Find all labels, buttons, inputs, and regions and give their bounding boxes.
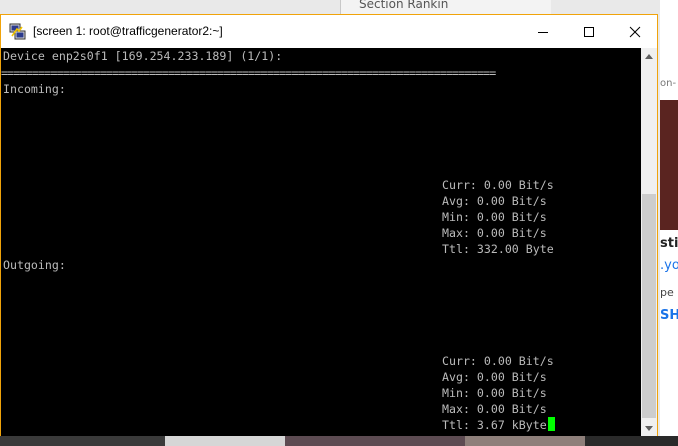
title-bar[interactable]: [screen 1: root@trafficgenerator2:~]: [1, 15, 657, 48]
minimize-icon: [538, 31, 548, 33]
background-text-2: sti: [660, 236, 678, 251]
background-text-5: SH: [660, 308, 678, 323]
scroll-down-button[interactable]: [641, 420, 657, 436]
putty-window[interactable]: [screen 1: root@trafficgenerator2:~] Dev…: [0, 14, 658, 436]
window-title: [screen 1: root@trafficgenerator2:~]: [33, 24, 223, 38]
text-cursor: [547, 417, 555, 431]
outgoing-label: Outgoing:: [3, 258, 66, 272]
chevron-down-icon: [645, 425, 653, 431]
minimize-button[interactable]: [520, 15, 566, 48]
outgoing-min: Min: 0.00 Bit/s: [442, 386, 547, 400]
background-text-3: .yo: [660, 258, 678, 273]
close-icon: [629, 26, 641, 37]
incoming-avg: Avg: 0.00 Bit/s: [442, 194, 547, 208]
background-segment: [465, 436, 585, 446]
incoming-max: Max: 0.00 Bit/s: [442, 226, 547, 240]
outgoing-curr: Curr: 0.00 Bit/s: [442, 354, 554, 368]
outgoing-avg: Avg: 0.00 Bit/s: [442, 370, 547, 384]
scroll-up-button[interactable]: [641, 48, 657, 64]
incoming-ttl: Ttl: 332.00 Byte: [442, 242, 554, 256]
close-button[interactable]: [612, 15, 658, 48]
background-segment: [285, 436, 465, 446]
device-header: Device enp2s0f1 [169.254.233.189] (1/1):: [3, 49, 283, 63]
background-taskbar-strip: [0, 436, 678, 446]
putty-icon[interactable]: [9, 23, 27, 41]
incoming-min: Min: 0.00 Bit/s: [442, 210, 547, 224]
vertical-scrollbar[interactable]: [641, 48, 657, 436]
outgoing-ttl-row: Ttl: 3.67 kByte: [442, 417, 555, 433]
maximize-button[interactable]: [566, 15, 612, 48]
maximize-icon: [584, 26, 594, 37]
incoming-label: Incoming:: [3, 82, 66, 96]
background-window-title: Section Rankin: [359, 0, 449, 11]
separator-line: ========================================…: [1, 66, 496, 80]
chevron-up-icon: [645, 53, 653, 59]
background-window: Section Rankin: [340, 0, 551, 14]
background-segment: [585, 436, 678, 446]
outgoing-max: Max: 0.00 Bit/s: [442, 402, 547, 416]
background-image-strip: [660, 100, 678, 230]
incoming-curr: Curr: 0.00 Bit/s: [442, 178, 554, 192]
terminal-screen[interactable]: Device enp2s0f1 [169.254.233.189] (1/1):…: [1, 48, 641, 436]
background-text-1: on-: [660, 78, 677, 89]
scroll-thumb[interactable]: [642, 194, 656, 418]
background-segment: [165, 436, 285, 446]
outgoing-ttl: Ttl: 3.67 kByte: [442, 418, 547, 432]
background-text-4: pe: [660, 286, 674, 299]
